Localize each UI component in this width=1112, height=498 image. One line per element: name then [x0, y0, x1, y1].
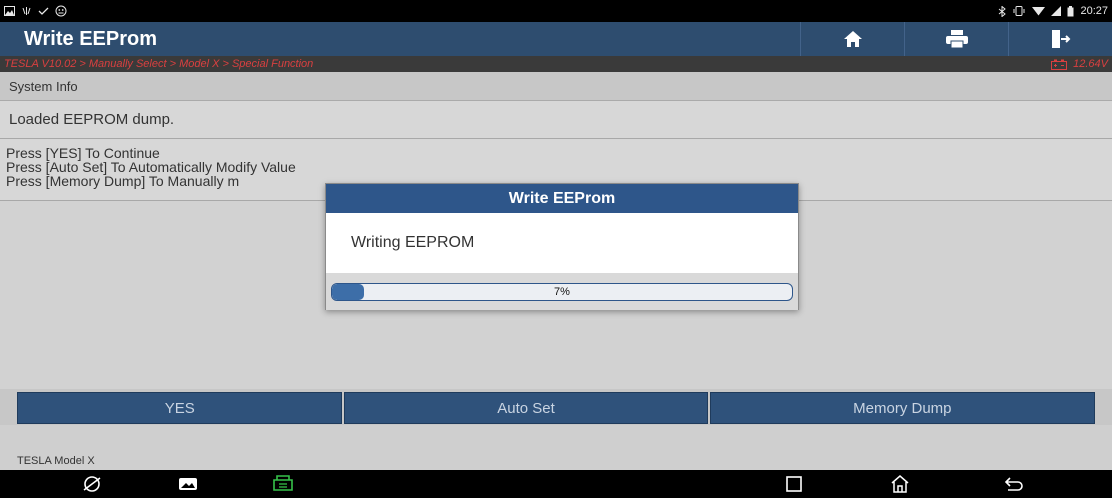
yes-button[interactable]: YES [17, 392, 343, 424]
write-eeprom-dialog: Write EEProm Writing EEPROM 7% [325, 183, 799, 310]
vci-icon [273, 475, 293, 491]
footer: TESLA Model X [0, 425, 1112, 470]
instruction-line: Press [Auto Set] To Automatically Modify… [6, 159, 296, 175]
exit-button[interactable] [1008, 22, 1112, 56]
bluetooth-icon [999, 5, 1007, 17]
action-button-bar: YES Auto Set Memory Dump [0, 389, 1112, 425]
print-icon [945, 30, 968, 48]
car-battery-icon [1051, 59, 1068, 70]
browser-button[interactable] [80, 474, 104, 494]
vci-button[interactable] [270, 474, 296, 494]
signal-icon [1051, 6, 1062, 16]
exit-icon [1051, 30, 1070, 48]
status-left-icons [4, 5, 67, 17]
breadcrumb-bar: TESLA V10.02 > Manually Select > Model X… [0, 56, 1112, 72]
android-icon [55, 5, 67, 17]
progress-label: 7% [554, 286, 570, 298]
home-button[interactable] [800, 22, 904, 56]
screenshot-icon [179, 478, 197, 490]
instruction-line: Press [YES] To Continue [6, 145, 160, 161]
page-title: Write EEProm [24, 27, 157, 50]
voltage-value: 12.64V [1073, 58, 1108, 70]
breadcrumb: TESLA V10.02 > Manually Select > Model X… [4, 58, 314, 70]
section-header: System Info [0, 72, 1112, 101]
status-right-icons: 20:27 [998, 5, 1108, 17]
browser-icon [83, 476, 101, 492]
recents-icon [786, 476, 802, 492]
progress-bar: 7% [331, 283, 793, 301]
back-button[interactable] [1002, 474, 1026, 494]
app-header: Write EEProm [0, 22, 1112, 56]
home-icon [843, 31, 862, 47]
home-nav-button[interactable] [888, 474, 912, 494]
dialog-message: Writing EEPROM [326, 213, 798, 273]
voltage-indicator: 12.64V [1051, 58, 1108, 70]
screenshot-button[interactable] [176, 474, 200, 494]
home-nav-icon [891, 475, 909, 493]
image-icon [4, 6, 15, 16]
navigation-bar [0, 470, 1112, 498]
status-message: Loaded EEPROM dump. [0, 101, 1112, 139]
vibrate-icon [1013, 6, 1025, 16]
dialog-progress-area: 7% [326, 273, 798, 310]
check-icon [38, 7, 49, 15]
vehicle-label: TESLA Model X [17, 455, 95, 467]
back-icon [1004, 477, 1023, 491]
print-button[interactable] [904, 22, 1008, 56]
auto-set-button[interactable]: Auto Set [344, 392, 708, 424]
battery-icon [1067, 5, 1074, 16]
status-time: 20:27 [1080, 5, 1108, 17]
wifi-icon [1032, 7, 1046, 16]
usb-icon [22, 7, 31, 15]
dialog-title: Write EEProm [326, 184, 798, 213]
status-bar: 20:27 [0, 0, 1112, 22]
memory-dump-button[interactable]: Memory Dump [709, 392, 1095, 424]
recents-button[interactable] [782, 474, 806, 494]
